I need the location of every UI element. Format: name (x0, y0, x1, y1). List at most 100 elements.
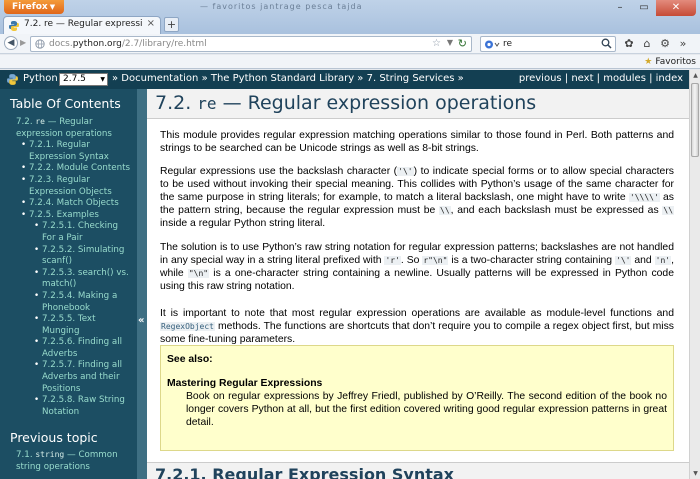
toc-item-7-2-2[interactable]: 7.2.2. Module Contents (16, 163, 134, 175)
paragraph-raw-string: The solution is to use Python’s raw stri… (160, 241, 674, 293)
section-heading-syntax: 7.2.1. Regular Expression Syntax (147, 462, 689, 479)
toc-list: 7.2. re — Regular expression operations … (16, 116, 134, 418)
address-text[interactable]: docs.python.org/2.7/library/re.html (49, 39, 207, 49)
firefox-menu-button[interactable]: Firefox ▼ (4, 0, 64, 14)
title-rest: — Regular expression operations (216, 92, 537, 114)
paragraph-module-functions: It is important to note that most regula… (160, 307, 674, 346)
bookmark-star-icon[interactable]: ☆ (432, 38, 441, 49)
toc-item-7-2-1[interactable]: 7.2.1. Regular Expression Syntax (16, 140, 134, 163)
previous-topic-link[interactable]: 7.1. string — Common string operations (16, 449, 134, 473)
p2-code-2: '\\\\' (628, 193, 660, 202)
bookmarks-label: Favoritos (655, 57, 696, 67)
bookmarks-toolbar: ★ Favoritos (0, 55, 700, 69)
tab-re-docs[interactable]: 7.2. re — Regular expression operations … (3, 16, 161, 34)
background-tabs: — favoritos jantrage pesca tajda (200, 2, 363, 11)
p3-text-d: and (631, 255, 655, 266)
scroll-up-icon[interactable]: ▲ (691, 70, 700, 81)
p2-text-a: Regular expressions use the backslash ch… (160, 166, 398, 177)
url-path: /2.7/library/re.html (121, 39, 207, 49)
toc-item-7-2[interactable]: 7.2. re — Regular expression operations (16, 116, 134, 140)
toc-item-7-2-5-6[interactable]: 7.2.5.6. Finding all Adverbs (16, 337, 134, 360)
breadcrumb[interactable]: » Documentation » The Python Standard Li… (112, 73, 464, 84)
main-content: 7.2. re — Regular expression operations … (147, 89, 689, 479)
search-icon[interactable] (601, 38, 612, 49)
tools-menu-icon[interactable]: ⚙ (656, 36, 674, 52)
history-dropdown-icon[interactable]: ▼ (447, 38, 453, 47)
toc-item-7-2-5-1[interactable]: 7.2.5.1. Checking For a Pair (16, 221, 134, 244)
prev-code: string (35, 450, 65, 459)
maximize-icon[interactable]: ▭ (632, 0, 656, 16)
see-also-title: See also: (167, 354, 213, 365)
favorites-star-icon: ★ (644, 57, 653, 67)
title-code: re (197, 94, 217, 113)
home-icon[interactable]: ⌂ (638, 36, 656, 52)
url-domain: python.org (72, 39, 122, 49)
see-also-definition: Book on regular expressions by Jeffrey F… (186, 391, 667, 428)
bookmarks-menu-button[interactable]: ★ Favoritos (644, 55, 696, 69)
related-links[interactable]: previous | next | modules | index (519, 73, 683, 84)
sidebar-collapse-bar[interactable]: « (137, 89, 147, 479)
toc-item-7-2-5-5[interactable]: 7.2.5.5. Text Munging (16, 314, 134, 337)
toc-item-7-2-4[interactable]: 7.2.4. Match Objects (16, 198, 134, 210)
back-arrow-icon[interactable]: ◀ (4, 36, 18, 50)
page-title: 7.2. re — Regular expression operations (147, 89, 689, 119)
url-prefix: docs. (49, 39, 73, 49)
scroll-down-icon[interactable]: ▼ (691, 468, 700, 479)
vertical-scrollbar[interactable]: ▲ ▼ (689, 70, 700, 479)
toc-item-7-2-5-2[interactable]: 7.2.5.2. Simulating scanf() (16, 245, 134, 268)
chevron-down-icon: ▼ (49, 3, 56, 11)
p3-code-2: r"\n" (422, 256, 449, 265)
p2-code-1: '\' (397, 167, 414, 176)
regexobject-link[interactable]: RegexObject (160, 321, 215, 332)
related-nav-bar: Python 2.7.5 ▼ » Documentation » The Pyth… (0, 70, 689, 89)
toc-item-7-2-5-3[interactable]: 7.2.5.3. search() vs. match() (16, 268, 134, 291)
toc-item-7-2-5-4[interactable]: 7.2.5.4. Making a Phonebook (16, 291, 134, 314)
toc-item-7-2-3[interactable]: 7.2.3. Regular Expression Objects (16, 175, 134, 198)
search-bar[interactable]: re (480, 36, 616, 52)
p3-text-b: . So (400, 255, 423, 266)
reload-icon[interactable]: ↻ (458, 37, 467, 50)
overflow-chevron-icon[interactable]: » (674, 36, 692, 52)
title-prefix: 7.2. (155, 92, 198, 114)
p3-code-4: 'n' (654, 256, 672, 265)
address-bar[interactable]: docs.python.org/2.7/library/re.html ☆ ▼ … (30, 36, 472, 52)
chevron-down-icon: ▼ (100, 76, 105, 83)
collapse-chevron-icon: « (138, 315, 145, 326)
python-home-link[interactable]: Python (23, 73, 58, 84)
toolbar-icons: ✿ ⌂ ⚙ » (620, 36, 692, 52)
toc-prefix: 7.2. (16, 117, 36, 127)
p3-text-c: is a two-character string containing (448, 255, 615, 266)
firefox-menu-label: Firefox (12, 2, 48, 12)
version-value: 2.7.5 (63, 74, 86, 84)
globe-icon (35, 39, 45, 49)
p4-code-1: RegexObject (160, 322, 215, 331)
toc-item-7-2-5[interactable]: 7.2.5. Examples (16, 210, 134, 222)
window-titlebar: Firefox ▼ — favoritos jantrage pesca tajd… (0, 0, 700, 34)
new-tab-button[interactable]: + (164, 17, 179, 32)
search-input[interactable]: re (503, 39, 512, 49)
forward-arrow-icon[interactable]: ▶ (20, 38, 26, 47)
addon-icon[interactable]: ✿ (620, 36, 638, 52)
toc-item-7-2-5-7[interactable]: 7.2.5.7. Finding all Adverbs and their P… (16, 360, 134, 395)
toc-item-7-2-5-8[interactable]: 7.2.5.8. Raw String Notation (16, 395, 134, 418)
navigation-toolbar: ◀ ▶ docs.python.org/2.7/library/re.html … (0, 34, 700, 54)
see-also-box: See also: Mastering Regular Expressions … (160, 345, 674, 451)
p2-text-d: , and each backslash must be expressed a… (450, 205, 663, 216)
tab-close-icon[interactable]: × (147, 18, 155, 29)
scroll-thumb[interactable] (691, 83, 699, 157)
p2-code-4: \\ (662, 206, 675, 215)
version-select[interactable]: 2.7.5 ▼ (59, 73, 108, 86)
p2-text-e: inside a regular Python string literal. (160, 218, 326, 229)
p4-text-b: methods. The functions are shortcuts tha… (160, 321, 674, 345)
toc-heading: Table Of Contents (10, 96, 121, 111)
tab-title: 7.2. re — Regular expression operations … (24, 19, 142, 29)
see-also-term: Mastering Regular Expressions (167, 378, 323, 389)
p4-text-a: It is important to note that most regula… (160, 308, 674, 319)
minimize-icon[interactable]: – (608, 0, 632, 16)
python-logo-icon (7, 74, 18, 85)
close-window-icon[interactable]: ✕ (656, 0, 696, 16)
p3-text-f: is a one-character string containing a n… (160, 268, 674, 292)
p3-code-5: "\n" (187, 269, 210, 278)
sidebar: Table Of Contents 7.2. re — Regular expr… (0, 89, 137, 479)
previous-topic-heading: Previous topic (10, 430, 98, 445)
